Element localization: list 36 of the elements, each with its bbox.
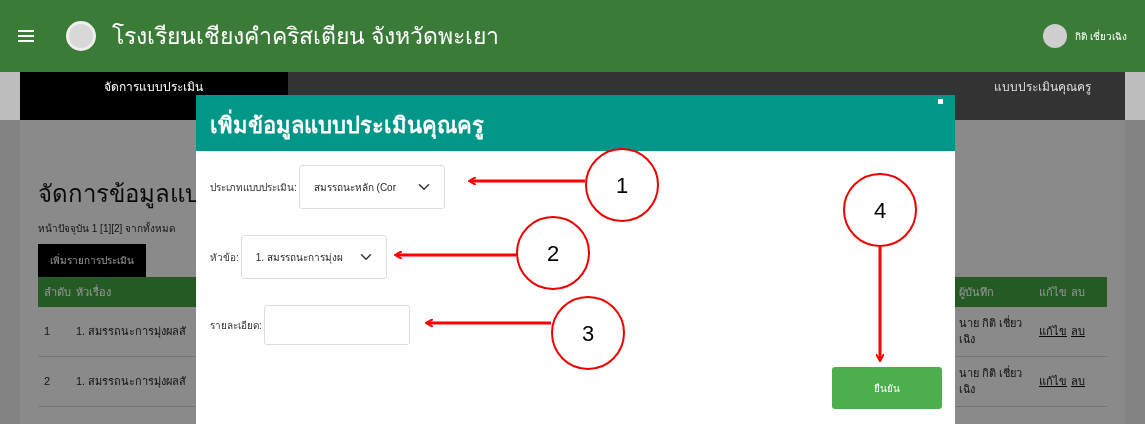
tab-label[interactable]: จัดการแบบประเมิน (104, 78, 204, 96)
table-cell-text: 2 (43, 374, 52, 390)
callout-number: 2 (546, 241, 560, 266)
pagination-text: หน้าปัจจุบัน 1 [1][2] จากทั้งหมด (38, 220, 177, 236)
column-header: ลำดับ (43, 284, 72, 300)
page-heading: จัดการข้อมูลแบ (38, 180, 200, 209)
table-cell-text: นาย กิติ เชี่ยว เฉิง (959, 364, 1024, 398)
dropdown[interactable]: 1. สมรรถนะการมุ่งผ (240, 235, 387, 279)
menu-icon[interactable] (18, 29, 34, 43)
tab-label[interactable]: แบบประเมินคุณครู (994, 78, 1091, 96)
callout-number: 1 (615, 173, 629, 198)
close-icon[interactable] (938, 99, 943, 104)
add-button[interactable]: เพิ่มรายการประเมิน (38, 243, 146, 277)
column-header: ลบ (1071, 284, 1086, 300)
edit-link[interactable]: แก้ไข (1039, 325, 1067, 338)
delete-link[interactable]: ลบ (1071, 375, 1085, 388)
site-title: โรงเรียนเชียงคำคริสเตียน จังหวัดพะเยา (112, 21, 500, 51)
dropdown[interactable]: สมรรถนะหลัก (Cor (298, 165, 445, 209)
callout-number: 3 (581, 321, 595, 346)
column-header: หัวเรื่อง (76, 283, 112, 300)
field-label: รายละเอียด: (210, 318, 262, 333)
school-logo-icon (66, 21, 96, 51)
column-header: แก้ไข (1039, 284, 1068, 300)
table-cell-text: นาย กิติ เชี่ยว เฉิง (959, 314, 1024, 348)
text-input[interactable] (263, 305, 410, 345)
user-name[interactable]: กิติ เชี่ยวเฉิง (1075, 28, 1127, 44)
field-label: หัวข้อ: (210, 250, 239, 265)
field-label: ประเภทแบบประเมิน: (210, 180, 297, 195)
column-header: ผู้บันทึก (959, 284, 995, 301)
avatar-icon (1043, 24, 1068, 48)
table-cell-text: 1. สมรรถนะการมุ่งผลสั (76, 324, 188, 340)
edit-link[interactable]: แก้ไข (1039, 375, 1067, 388)
table-cell-text: 1. สมรรถนะการมุ่งผลสั (76, 374, 188, 390)
table-cell-text: 1 (43, 324, 52, 340)
callout-number: 4 (873, 198, 887, 223)
delete-link[interactable]: ลบ (1071, 325, 1085, 338)
